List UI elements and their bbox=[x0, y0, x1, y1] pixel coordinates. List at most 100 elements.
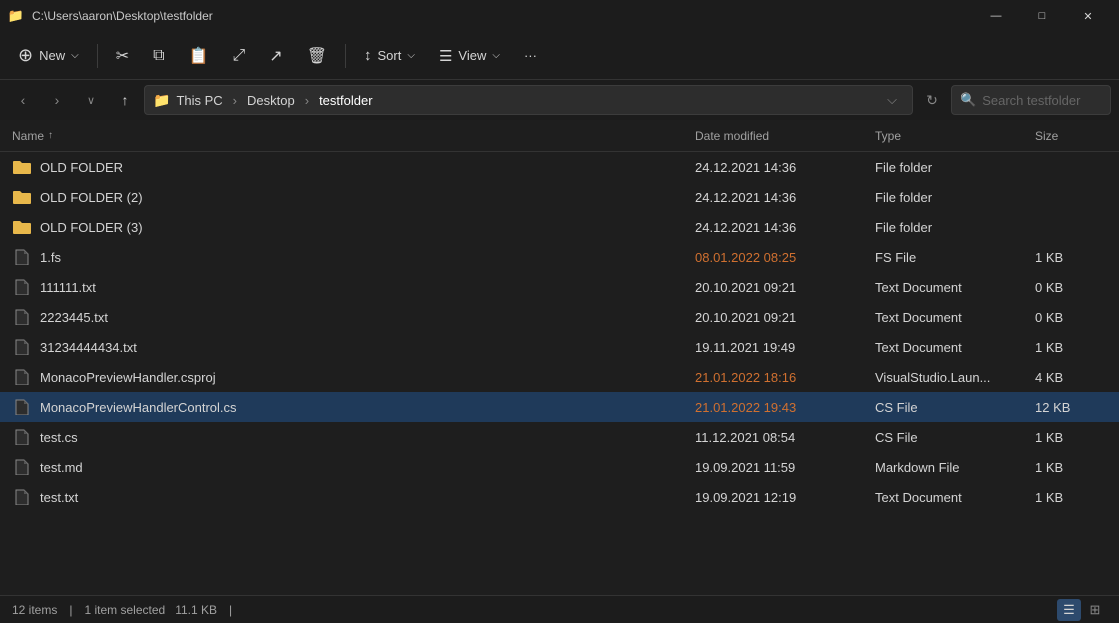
table-row[interactable]: test.cs 11.12.2021 08:54 CS File 1 KB bbox=[0, 422, 1119, 452]
view-icon: ☰ bbox=[439, 47, 452, 65]
delete-icon: 🗑 bbox=[307, 46, 327, 66]
large-icons-view-button[interactable]: ⊞ bbox=[1083, 599, 1107, 621]
window-controls: — □ ✕ bbox=[973, 0, 1111, 32]
file-size-cell: 0 KB bbox=[1031, 310, 1111, 325]
maximize-button[interactable]: □ bbox=[1019, 0, 1065, 32]
paste-button[interactable]: 📋 bbox=[179, 40, 219, 72]
file-name-cell: OLD FOLDER (3) bbox=[8, 219, 691, 235]
file-list-header: Name ↑ Date modified Type Size bbox=[0, 120, 1119, 152]
folder-icon bbox=[12, 189, 32, 205]
file-type-cell: VisualStudio.Laun... bbox=[871, 370, 1031, 385]
file-type-cell: Text Document bbox=[871, 310, 1031, 325]
search-bar[interactable]: 🔍 Search testfolder bbox=[951, 85, 1111, 115]
table-row[interactable]: MonacoPreviewHandler.csproj 21.01.2022 1… bbox=[0, 362, 1119, 392]
file-icon bbox=[12, 429, 32, 445]
col-type[interactable]: Type bbox=[871, 129, 1031, 143]
share-button[interactable]: ↗ bbox=[259, 40, 292, 72]
new-chevron-icon: ⌵ bbox=[71, 50, 79, 61]
file-name-cell: 2223445.txt bbox=[8, 309, 691, 325]
file-icon bbox=[12, 459, 32, 475]
sort-asc-icon: ↑ bbox=[48, 130, 53, 141]
status-sep-1: | bbox=[69, 603, 72, 617]
move-button[interactable]: ⤢ bbox=[222, 41, 255, 71]
item-count: 12 items bbox=[12, 603, 57, 617]
folder-icon bbox=[12, 219, 32, 235]
crumb-desktop[interactable]: Desktop bbox=[247, 93, 295, 108]
forward-button[interactable]: › bbox=[42, 85, 72, 115]
table-row[interactable]: 1.fs 08.01.2022 08:25 FS File 1 KB bbox=[0, 242, 1119, 272]
paste-icon: 📋 bbox=[189, 46, 209, 66]
table-row[interactable]: OLD FOLDER 24.12.2021 14:36 File folder bbox=[0, 152, 1119, 182]
close-button[interactable]: ✕ bbox=[1065, 0, 1111, 32]
file-icon bbox=[12, 399, 32, 415]
new-button[interactable]: ⊕ New ⌵ bbox=[8, 39, 89, 72]
file-size-cell: 1 KB bbox=[1031, 490, 1111, 505]
recent-button[interactable]: ∨ bbox=[76, 85, 106, 115]
file-date-cell: 21.01.2022 19:43 bbox=[691, 400, 871, 415]
col-size[interactable]: Size bbox=[1031, 129, 1111, 143]
file-list-container[interactable]: Name ↑ Date modified Type Size OLD FOLDE… bbox=[0, 120, 1119, 595]
file-name-cell: test.txt bbox=[8, 489, 691, 505]
file-size-cell: 1 KB bbox=[1031, 250, 1111, 265]
table-row[interactable]: 31234444434.txt 19.11.2021 19:49 Text Do… bbox=[0, 332, 1119, 362]
sort-icon: ↕ bbox=[364, 47, 372, 64]
sort-button[interactable]: ↕ Sort ⌵ bbox=[354, 41, 425, 70]
table-row[interactable]: OLD FOLDER (2) 24.12.2021 14:36 File fol… bbox=[0, 182, 1119, 212]
file-size-cell: 0 KB bbox=[1031, 280, 1111, 295]
file-icon bbox=[12, 279, 32, 295]
table-row[interactable]: OLD FOLDER (3) 24.12.2021 14:36 File fol… bbox=[0, 212, 1119, 242]
cut-icon: ✂ bbox=[116, 46, 129, 66]
view-button[interactable]: ☰ View ⌵ bbox=[429, 41, 510, 71]
file-size-cell: 12 KB bbox=[1031, 400, 1111, 415]
file-date-cell: 24.12.2021 14:36 bbox=[691, 220, 871, 235]
address-bar[interactable]: 📁 This PC › Desktop › testfolder ⌵ bbox=[144, 85, 913, 115]
file-size-cell: 1 KB bbox=[1031, 340, 1111, 355]
file-date-cell: 19.11.2021 19:49 bbox=[691, 340, 871, 355]
file-icon bbox=[12, 249, 32, 265]
file-type-cell: CS File bbox=[871, 430, 1031, 445]
search-placeholder: Search testfolder bbox=[982, 93, 1080, 108]
table-row[interactable]: MonacoPreviewHandlerControl.cs 21.01.202… bbox=[0, 392, 1119, 422]
file-date-cell: 08.01.2022 08:25 bbox=[691, 250, 871, 265]
file-rows: OLD FOLDER 24.12.2021 14:36 File folder … bbox=[0, 152, 1119, 512]
folder-icon: 📁 bbox=[8, 8, 24, 24]
details-view-button[interactable]: ☰ bbox=[1057, 599, 1081, 621]
crumb-testfolder[interactable]: testfolder bbox=[319, 93, 372, 108]
crumb-thispc[interactable]: This PC bbox=[176, 93, 222, 108]
more-button[interactable]: ··· bbox=[514, 42, 547, 69]
separator-2 bbox=[345, 44, 346, 68]
col-date[interactable]: Date modified bbox=[691, 129, 871, 143]
file-name-cell: test.cs bbox=[8, 429, 691, 445]
file-name-cell: 1.fs bbox=[8, 249, 691, 265]
file-date-cell: 24.12.2021 14:36 bbox=[691, 190, 871, 205]
delete-button[interactable]: 🗑 bbox=[297, 40, 337, 72]
nav-bar: ‹ › ∨ ↑ 📁 This PC › Desktop › testfolder… bbox=[0, 80, 1119, 120]
new-icon: ⊕ bbox=[18, 45, 33, 66]
address-dropdown-button[interactable]: ⌵ bbox=[880, 85, 904, 115]
cut-button[interactable]: ✂ bbox=[106, 40, 139, 72]
view-chevron-icon: ⌵ bbox=[492, 50, 500, 61]
share-icon: ↗ bbox=[269, 46, 282, 66]
copy-button[interactable]: ⧉ bbox=[143, 41, 174, 71]
file-date-cell: 20.10.2021 09:21 bbox=[691, 310, 871, 325]
move-icon: ⤢ bbox=[232, 47, 245, 65]
new-label: New bbox=[39, 48, 65, 63]
col-name[interactable]: Name ↑ bbox=[8, 129, 691, 143]
table-row[interactable]: 2223445.txt 20.10.2021 09:21 Text Docume… bbox=[0, 302, 1119, 332]
table-row[interactable]: test.md 19.09.2021 11:59 Markdown File 1… bbox=[0, 452, 1119, 482]
file-type-cell: File folder bbox=[871, 190, 1031, 205]
refresh-button[interactable]: ↻ bbox=[917, 85, 947, 115]
folder-icon bbox=[12, 159, 32, 175]
file-date-cell: 20.10.2021 09:21 bbox=[691, 280, 871, 295]
up-button[interactable]: ↑ bbox=[110, 85, 140, 115]
back-button[interactable]: ‹ bbox=[8, 85, 38, 115]
status-bar: 12 items | 1 item selected 11.1 KB | ☰ ⊞ bbox=[0, 595, 1119, 623]
more-icon: ··· bbox=[524, 48, 537, 63]
table-row[interactable]: test.txt 19.09.2021 12:19 Text Document … bbox=[0, 482, 1119, 512]
file-icon bbox=[12, 309, 32, 325]
file-type-cell: CS File bbox=[871, 400, 1031, 415]
minimize-button[interactable]: — bbox=[973, 0, 1019, 32]
file-name-cell: OLD FOLDER bbox=[8, 159, 691, 175]
table-row[interactable]: 111111.txt 20.10.2021 09:21 Text Documen… bbox=[0, 272, 1119, 302]
file-type-cell: Text Document bbox=[871, 340, 1031, 355]
